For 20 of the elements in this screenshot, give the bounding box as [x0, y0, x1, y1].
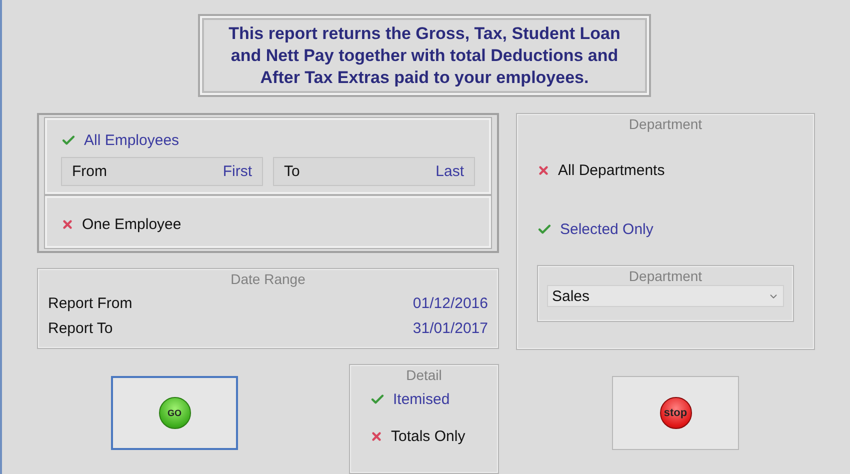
range-field[interactable]: To Last [273, 157, 475, 186]
stop-button[interactable]: stop [612, 376, 739, 450]
range-field[interactable]: From First [61, 157, 263, 186]
panel-title: Department [628, 116, 702, 132]
option-label[interactable]: Selected Only [560, 221, 654, 238]
option-label[interactable]: All Departments [558, 162, 665, 179]
date-value[interactable]: 01/12/2016 [412, 295, 488, 312]
date-label: Report From [48, 295, 132, 312]
option-label[interactable]: Totals Only [391, 428, 466, 445]
department-dropdown[interactable]: Sales [547, 285, 784, 307]
report-description: This report returns the Gross, Tax, Student Loan and Nett Pay together with total Deductions and After Tax Extras paid to your employees. [228, 22, 622, 88]
date-value[interactable]: 31/01/2017 [412, 320, 488, 337]
option-label[interactable]: Itemised [393, 391, 450, 408]
date-label: Report To [48, 320, 113, 337]
panel-title: Detail [406, 367, 442, 383]
panel-title: Department [628, 268, 702, 284]
option-label[interactable]: One Employee [82, 216, 182, 234]
go-button[interactable]: GO [111, 376, 238, 450]
option-label[interactable]: All Employees [84, 132, 180, 149]
panel-title: Date Range [230, 271, 306, 287]
